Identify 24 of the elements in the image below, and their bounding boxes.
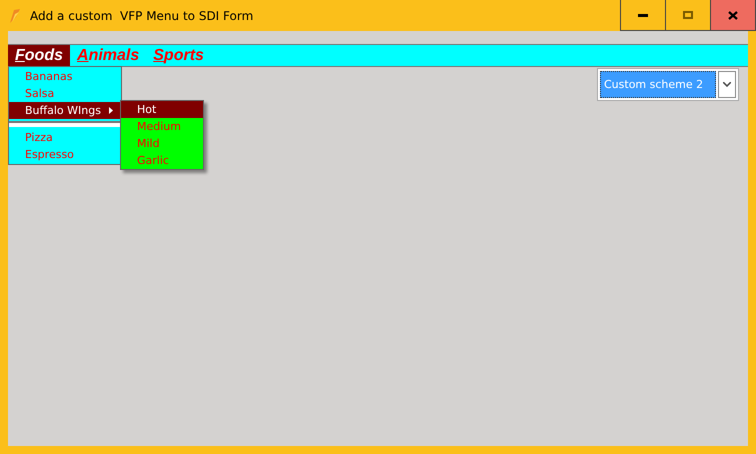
menu-title[interactable]: Sports [146, 45, 211, 66]
menu-item[interactable]: Salsa [9, 85, 121, 102]
menu-item[interactable]: Mild [121, 135, 203, 152]
scheme-dropdown[interactable]: Custom scheme 2 [597, 68, 739, 101]
menu-item[interactable]: Medium [121, 118, 203, 135]
menu-title[interactable]: Animals [70, 45, 146, 66]
menu-item[interactable]: Espresso [9, 146, 121, 163]
submenu-arrow-icon [109, 107, 113, 114]
menu-item[interactable]: Hot [121, 101, 203, 118]
close-button[interactable] [710, 0, 756, 31]
app-icon [8, 8, 22, 24]
minimize-button[interactable] [620, 0, 666, 31]
menu-item[interactable]: Buffalo WIngs [9, 102, 121, 119]
close-icon [728, 10, 738, 20]
menu-title[interactable]: Foods [8, 45, 70, 66]
menu-item[interactable]: Pizza [9, 129, 121, 146]
minimize-icon [638, 14, 648, 16]
menu-item[interactable]: Bananas [9, 68, 121, 85]
menu-item[interactable]: Garlic [121, 152, 203, 169]
dropdown-button[interactable] [718, 71, 736, 98]
window-title: Add a custom VFP Menu to SDI Form [30, 8, 254, 22]
dropdown-value: Custom scheme 2 [600, 71, 716, 98]
maximize-icon [683, 11, 693, 19]
chevron-icon [723, 82, 731, 87]
